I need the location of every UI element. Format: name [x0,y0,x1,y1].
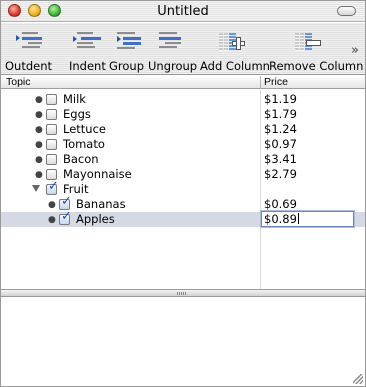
row-topic[interactable]: Eggs [63,107,91,122]
outline-row[interactable]: ● Tomato $0.97 [1,137,365,152]
topic-column-header[interactable]: Topic [6,76,31,89]
price-edit-value: $0.89 [264,212,299,226]
ungroup-button[interactable]: Ungroup [147,23,199,75]
row-checkbox[interactable] [46,109,57,120]
row-topic[interactable]: Mayonnaise [63,167,132,182]
row-checkbox[interactable] [46,124,57,135]
bullet-icon: ● [35,125,43,135]
remove-column-icon [295,31,321,53]
outline-row[interactable]: ● ✓ Bananas $0.69 [1,195,365,212]
price-column-header[interactable]: Price [264,76,288,89]
outline-row[interactable]: ● Milk $1.19 [1,92,365,107]
ungroup-icon [157,31,191,51]
outdent-icon [14,31,48,51]
disclosure-triangle-icon[interactable] [32,185,40,192]
text-caret [297,213,299,224]
remove-column-button[interactable]: Remove Column [265,23,363,75]
row-price[interactable]: $0.97 [264,137,297,152]
toolbar-toggle-button[interactable] [337,6,356,16]
group-label: Group [109,59,145,73]
row-topic[interactable]: Milk [63,92,86,107]
row-topic[interactable]: Lettuce [63,122,106,137]
window-title: Untitled [157,4,209,19]
outline-row-group[interactable]: ✓ Fruit [1,180,365,197]
indent-label: Indent [69,59,106,73]
row-price[interactable]: $1.79 [264,107,297,122]
bullet-icon: ● [35,95,43,105]
ungroup-label: Ungroup [148,59,198,73]
column-header: Topic Price [1,76,365,89]
row-checkbox[interactable] [46,94,57,105]
indent-button[interactable]: Indent [65,23,107,75]
document-window: Untitled Outdent Indent Group Ungroup Ad… [0,0,366,387]
bullet-icon: ● [35,110,43,120]
row-checkbox[interactable] [46,139,57,150]
column-divider[interactable] [260,76,261,89]
price-edit-field[interactable]: $0.89 [261,211,354,227]
outline-row[interactable]: ● Eggs $1.79 [1,107,365,122]
row-price[interactable]: $3.41 [264,152,297,167]
outline-view[interactable]: ● Milk $1.19 ● Eggs $1.79 ● Lettuce $1.2… [1,90,365,289]
row-checkbox[interactable]: ✓ [46,180,59,195]
remove-column-label: Remove Column [269,59,364,73]
outdent-button[interactable]: Outdent [1,23,65,75]
toolbar: Outdent Indent Group Ungroup Add Column … [1,23,365,75]
add-column-icon [219,31,245,53]
row-price[interactable]: $1.19 [264,92,297,107]
bullet-icon: ● [48,215,56,225]
outdent-label: Outdent [5,59,53,73]
group-button[interactable]: Group [107,23,147,75]
row-checkbox[interactable] [46,154,57,165]
split-view-divider[interactable] [1,289,365,297]
bullet-icon: ● [35,140,43,150]
splitter-grip-icon [177,292,187,295]
add-column-button[interactable]: Add Column [199,23,270,75]
resize-grip-icon[interactable] [353,374,363,384]
bullet-icon: ● [35,170,43,180]
group-icon [111,31,145,51]
outline-row[interactable]: ● Lettuce $1.24 [1,122,365,137]
row-topic[interactable]: Bananas [76,197,126,212]
outline-row[interactable]: ● Bacon $3.41 [1,152,365,167]
notes-pane[interactable] [1,298,365,386]
outline-row-selected[interactable]: ● ✓ Apples $0.89 [1,210,365,227]
row-price[interactable]: $0.69 [264,197,297,212]
add-column-label: Add Column [200,59,270,73]
row-checkbox[interactable]: ✓ [59,210,72,225]
row-topic[interactable]: Bacon [63,152,99,167]
row-price[interactable]: $2.79 [264,167,297,182]
title-bar[interactable]: Untitled [1,1,365,22]
row-topic[interactable]: Apples [76,212,115,227]
bullet-icon: ● [48,200,56,210]
bullet-icon: ● [35,155,43,165]
row-price[interactable]: $1.24 [264,122,297,137]
toolbar-overflow-icon[interactable]: » [351,43,359,58]
row-topic[interactable]: Tomato [63,137,105,152]
indent-icon [71,31,105,51]
